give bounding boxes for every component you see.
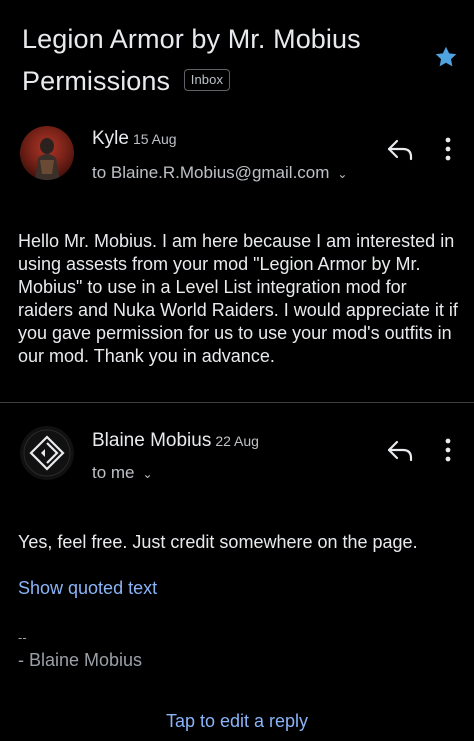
message-date: 22 Aug xyxy=(215,433,259,449)
message-divider xyxy=(0,402,474,403)
signature-separator: -- xyxy=(18,630,27,645)
recipient-details[interactable]: to me ⌄ xyxy=(92,463,153,483)
message-body: Yes, feel free. Just credit somewhere on… xyxy=(18,532,418,552)
message-date: 15 Aug xyxy=(132,131,177,147)
message-blaine[interactable]: Blaine Mobius 22 Aug to me ⌄ Yes, feel fre… xyxy=(0,426,474,576)
tap-to-reply-button[interactable]: Tap to edit a reply xyxy=(0,711,474,732)
chevron-down-icon[interactable]: ⌄ xyxy=(143,467,153,481)
avatar-kyle[interactable] xyxy=(20,126,74,180)
sender-name: Blaine Mobius 22 Aug xyxy=(92,430,259,451)
star-icon[interactable] xyxy=(433,44,459,70)
more-options-icon[interactable] xyxy=(440,136,456,162)
email-subject: Legion Armor by Mr. Mobius Permissions I… xyxy=(22,18,412,102)
signature-name: - Blaine Mobius xyxy=(18,650,143,670)
message-body: Hello Mr. Mobius. I am here because I am… xyxy=(18,231,458,366)
reply-icon[interactable] xyxy=(385,136,415,162)
recipient-details[interactable]: to Blaine.R.Mobius@gmail.com ⌄ xyxy=(92,163,347,183)
inbox-label[interactable]: Inbox xyxy=(183,68,231,91)
more-options-icon[interactable] xyxy=(440,437,456,463)
sender-name: Kyle 15 Aug xyxy=(92,128,177,149)
message-kyle[interactable]: Kyle 15 Aug to Blaine.R.Mobius@gmail.com ⌄… xyxy=(0,126,474,396)
reply-icon[interactable] xyxy=(385,437,415,463)
chevron-down-icon[interactable]: ⌄ xyxy=(337,167,347,181)
avatar-blaine[interactable] xyxy=(20,426,74,480)
show-quoted-text-link[interactable]: Show quoted text xyxy=(18,578,157,599)
